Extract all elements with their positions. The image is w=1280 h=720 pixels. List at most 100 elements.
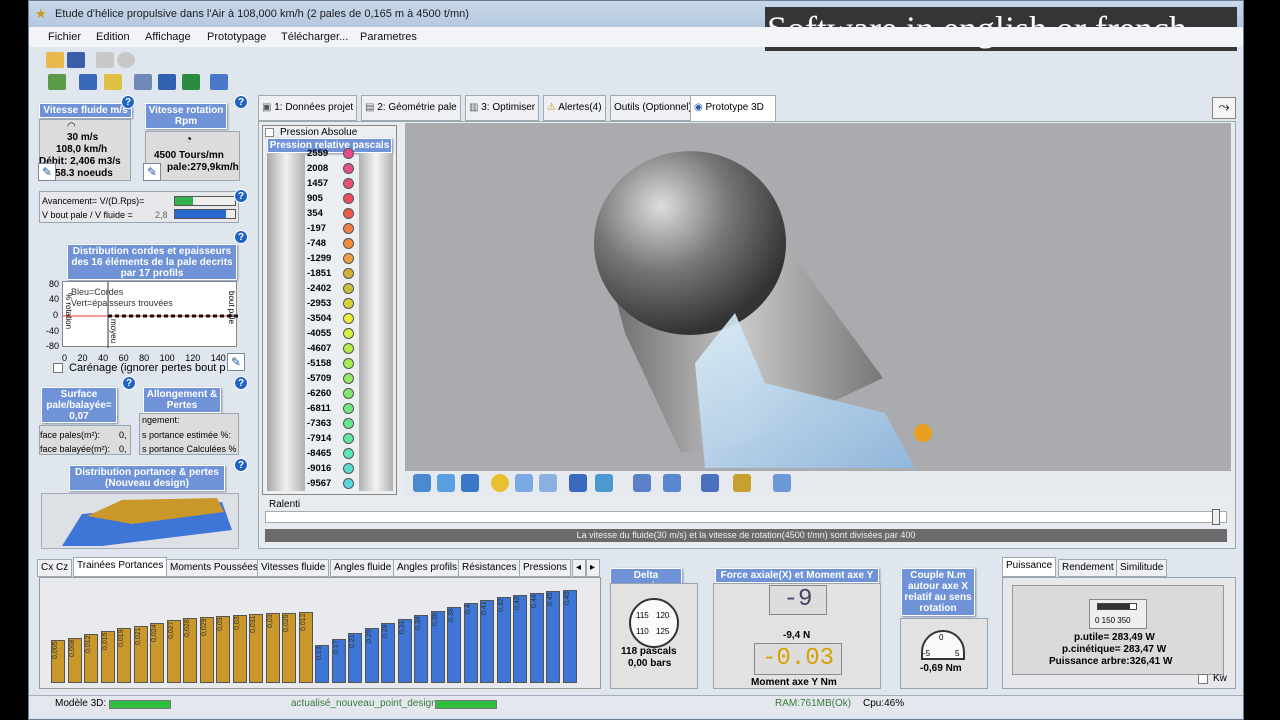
pressure-color-dot — [343, 388, 354, 399]
open-folder-icon[interactable] — [46, 52, 64, 68]
close-panel-icon[interactable]: ⤳ — [1212, 97, 1236, 119]
delta-pascals-value: 118 pascals — [621, 646, 677, 657]
surface-title: Surface pale/balayée= — [46, 389, 112, 411]
force-header[interactable]: Force axiale(X) et Moment axe Y — [715, 568, 879, 583]
allongement-header[interactable]: Allongement & Pertes — [143, 387, 221, 413]
help-doc-icon[interactable] — [210, 74, 228, 90]
rpm-gauge-icon: ◔ — [185, 132, 193, 146]
portance-header[interactable]: Distribution portance & pertes (Nouveau … — [69, 465, 225, 491]
btab-vitesses[interactable]: Vitesses fluide — [257, 559, 330, 577]
edit-pencil-icon[interactable]: ✎ — [143, 163, 161, 181]
image-icon[interactable] — [461, 474, 479, 492]
settings-icon[interactable] — [773, 474, 791, 492]
3d-viewport[interactable] — [405, 123, 1231, 471]
blade-bar: 0,42 — [496, 597, 511, 683]
ralenti-slider[interactable] — [265, 511, 1227, 523]
tab-alertes[interactable]: ⚠ Alertes(4) — [543, 95, 606, 121]
pressure-scale-value: 354 — [307, 208, 323, 219]
eye-icon[interactable] — [595, 474, 613, 492]
tab-donnees-projet[interactable]: ▣ 1: Données projet — [258, 95, 358, 121]
rotate-icon[interactable] — [515, 474, 533, 492]
pression-absolue-checkbox[interactable] — [265, 128, 274, 137]
pressure-color-dot — [343, 373, 354, 384]
bout-pale-label: bout pale — [227, 291, 236, 324]
menu-parametres[interactable]: Parametres — [360, 31, 417, 43]
vitesse-fluide-header[interactable]: Vitesse fluide m/s — [39, 103, 132, 118]
blade-bar: 0,024 — [150, 623, 164, 683]
edit-pencil-icon[interactable]: ✎ — [38, 163, 56, 181]
pressure-scale-value: 905 — [307, 193, 323, 204]
camera-icon[interactable] — [569, 474, 587, 492]
distribution-header[interactable]: Distribution cordes et epaisseurs des 16… — [67, 244, 237, 280]
blade-bar: 0,029 — [282, 613, 296, 683]
blade-bar: 0,45 — [546, 591, 560, 683]
y-tick: 40 — [49, 294, 60, 304]
blade-bar: 0,03 — [232, 615, 247, 683]
book-icon[interactable] — [158, 74, 176, 90]
actualise-progress — [435, 700, 497, 709]
kw-checkbox[interactable] — [1198, 674, 1208, 684]
stop-icon[interactable] — [117, 52, 135, 68]
tab-optimiser[interactable]: ▥ 3: Optimiser — [465, 95, 540, 121]
tab-prototype-3d[interactable]: ◉ Prototype 3D — [690, 95, 776, 121]
save-icon[interactable] — [67, 52, 85, 68]
blade-bar: 0,005 — [51, 640, 65, 683]
cpu-label: Cpu:46% — [863, 698, 905, 709]
carenage-checkbox[interactable] — [53, 363, 63, 373]
ralenti-slider-thumb[interactable] — [1212, 509, 1220, 525]
btab-angles-fluide[interactable]: Angles fluide — [330, 559, 396, 577]
help-icon[interactable]: ? — [234, 95, 248, 109]
tab-geometrie-pale[interactable]: ▤ 2: Géométrie pale — [361, 95, 461, 121]
export-icon[interactable] — [182, 74, 200, 90]
btab-angles-profils[interactable]: Angles profils — [393, 559, 462, 577]
btab-moments[interactable]: Moments Poussées — [166, 559, 262, 577]
help-icon[interactable]: ? — [122, 376, 136, 390]
tab-similitude[interactable]: Similitude — [1116, 559, 1168, 577]
pale-speed-value: pale:279,9km/h — [167, 162, 239, 173]
menu-affichage[interactable]: Affichage — [145, 31, 191, 43]
help-icon[interactable]: ? — [234, 230, 248, 244]
view-icon[interactable] — [413, 474, 431, 492]
grid-icon[interactable] — [437, 474, 455, 492]
tab-rendement[interactable]: Rendement — [1058, 559, 1118, 577]
edit-pencil-icon[interactable]: ✎ — [227, 353, 245, 371]
camera-icon[interactable] — [79, 74, 97, 90]
tab-scroll-right-icon[interactable]: ▸ — [586, 559, 600, 577]
btab-trainees[interactable]: Trainées Portances — [73, 557, 168, 577]
btab-cxcz[interactable]: Cx Cz — [37, 559, 73, 577]
zoom-icon[interactable] — [491, 474, 509, 492]
pan-icon[interactable] — [539, 474, 557, 492]
face-balayee-value: 0, — [119, 444, 127, 454]
new-doc-icon[interactable] — [104, 74, 122, 90]
axes-icon[interactable] — [134, 74, 152, 90]
help-icon[interactable]: ? — [234, 189, 248, 203]
tab-outils[interactable]: Outils (Optionnel) — [610, 95, 696, 121]
help-icon[interactable]: ? — [121, 95, 135, 109]
pressure-scale-value: -2402 — [307, 283, 332, 294]
airfoil-icon[interactable] — [701, 474, 719, 492]
propeller-icon[interactable] — [663, 474, 681, 492]
pressure-scale-value: -748 — [307, 238, 327, 249]
btab-resistances[interactable]: Résistances — [458, 559, 521, 577]
color-blade-icon[interactable] — [733, 474, 751, 492]
menu-edition[interactable]: Edition — [96, 31, 130, 43]
pressure-color-dot — [343, 448, 354, 459]
pressure-scale-value: -5709 — [307, 373, 332, 384]
menu-telecharger[interactable]: Télécharger... — [281, 31, 348, 43]
btab-pressions[interactable]: Pressions — [519, 559, 571, 577]
scale-right-bar — [359, 153, 393, 491]
menu-prototypage[interactable]: Prototypage — [207, 31, 266, 43]
tab-puissance[interactable]: Puissance — [1002, 557, 1057, 577]
chart-icon[interactable] — [48, 74, 66, 90]
pencil-icon[interactable] — [633, 474, 651, 492]
couple-header[interactable]: Couple N.m autour axe X relatif au sens … — [901, 568, 975, 616]
surface-header[interactable]: Surface pale/balayée= 0,07 — [41, 387, 117, 423]
gauge-tick: 0 — [939, 633, 944, 642]
tab-scroll-left-icon[interactable]: ◂ — [572, 559, 586, 577]
vitesse-rotation-header[interactable]: Vitesse rotation Rpm — [145, 103, 227, 129]
help-icon[interactable]: ? — [234, 376, 248, 390]
print-icon[interactable] — [96, 52, 114, 68]
help-icon[interactable]: ? — [234, 458, 248, 472]
pressure-scale-value: -4055 — [307, 328, 332, 339]
menu-fichier[interactable]: Fichier — [48, 31, 81, 43]
